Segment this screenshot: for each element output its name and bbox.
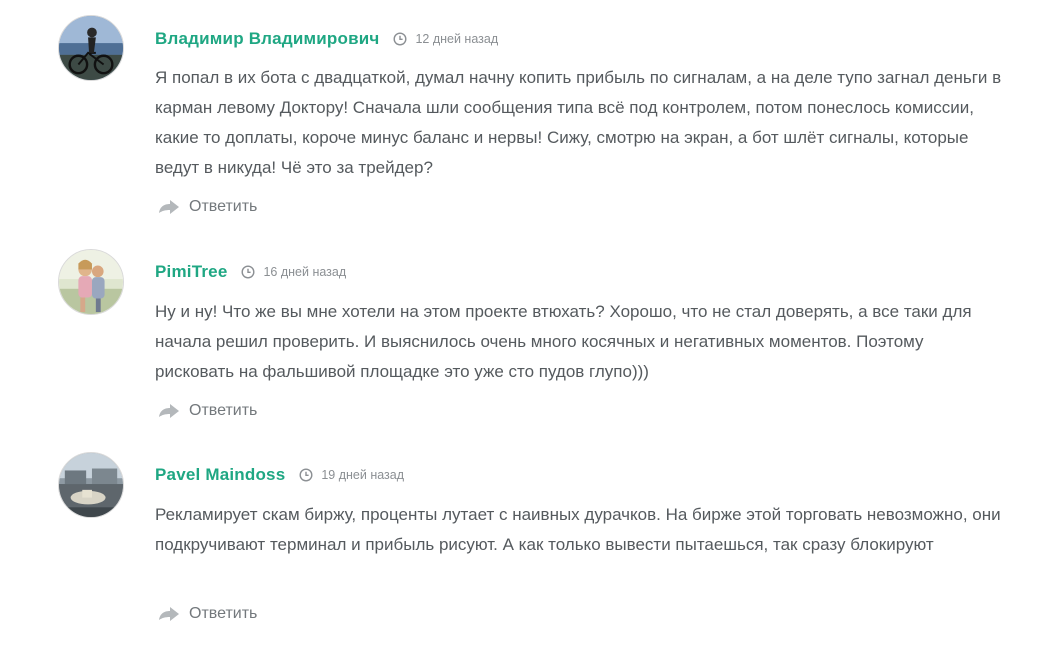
avatar[interactable]	[58, 452, 124, 518]
reply-button[interactable]: Ответить	[158, 198, 257, 216]
clock-icon	[393, 32, 407, 46]
avatar[interactable]	[58, 15, 124, 81]
reply-label: Ответить	[189, 402, 258, 419]
reply-button[interactable]: Ответить	[158, 402, 257, 420]
comment-time-label: 19 дней назад	[321, 468, 405, 482]
comment-text: Я попал в их бота с двадцаткой, думал на…	[155, 68, 1002, 177]
reply-arrow-icon	[159, 404, 179, 418]
reply-label: Ответить	[189, 605, 258, 622]
reply-label: Ответить	[189, 198, 258, 215]
reply-arrow-icon	[159, 607, 179, 621]
avatar[interactable]	[58, 249, 124, 315]
comment-author[interactable]: PimiTree	[155, 262, 227, 282]
comment-time-label: 16 дней назад	[263, 265, 347, 279]
reply-arrow-icon	[159, 200, 179, 214]
clock-icon	[299, 468, 313, 482]
reply-button[interactable]: Ответить	[158, 605, 257, 623]
comment-time: 12 дней назад	[393, 32, 498, 46]
clock-icon	[241, 265, 255, 279]
comment-author[interactable]: Pavel Maindoss	[155, 465, 285, 485]
comment-time: 16 дней назад	[241, 265, 346, 279]
comment-text: Рекламирует скам биржу, проценты лутает …	[155, 505, 1001, 554]
comment-author[interactable]: Владимир Владимирович	[155, 29, 379, 49]
comment-text: Ну и ну! Что же вы мне хотели на этом пр…	[155, 302, 972, 381]
comment-time: 19 дней назад	[299, 468, 404, 482]
comment-time-label: 12 дней назад	[415, 32, 499, 46]
